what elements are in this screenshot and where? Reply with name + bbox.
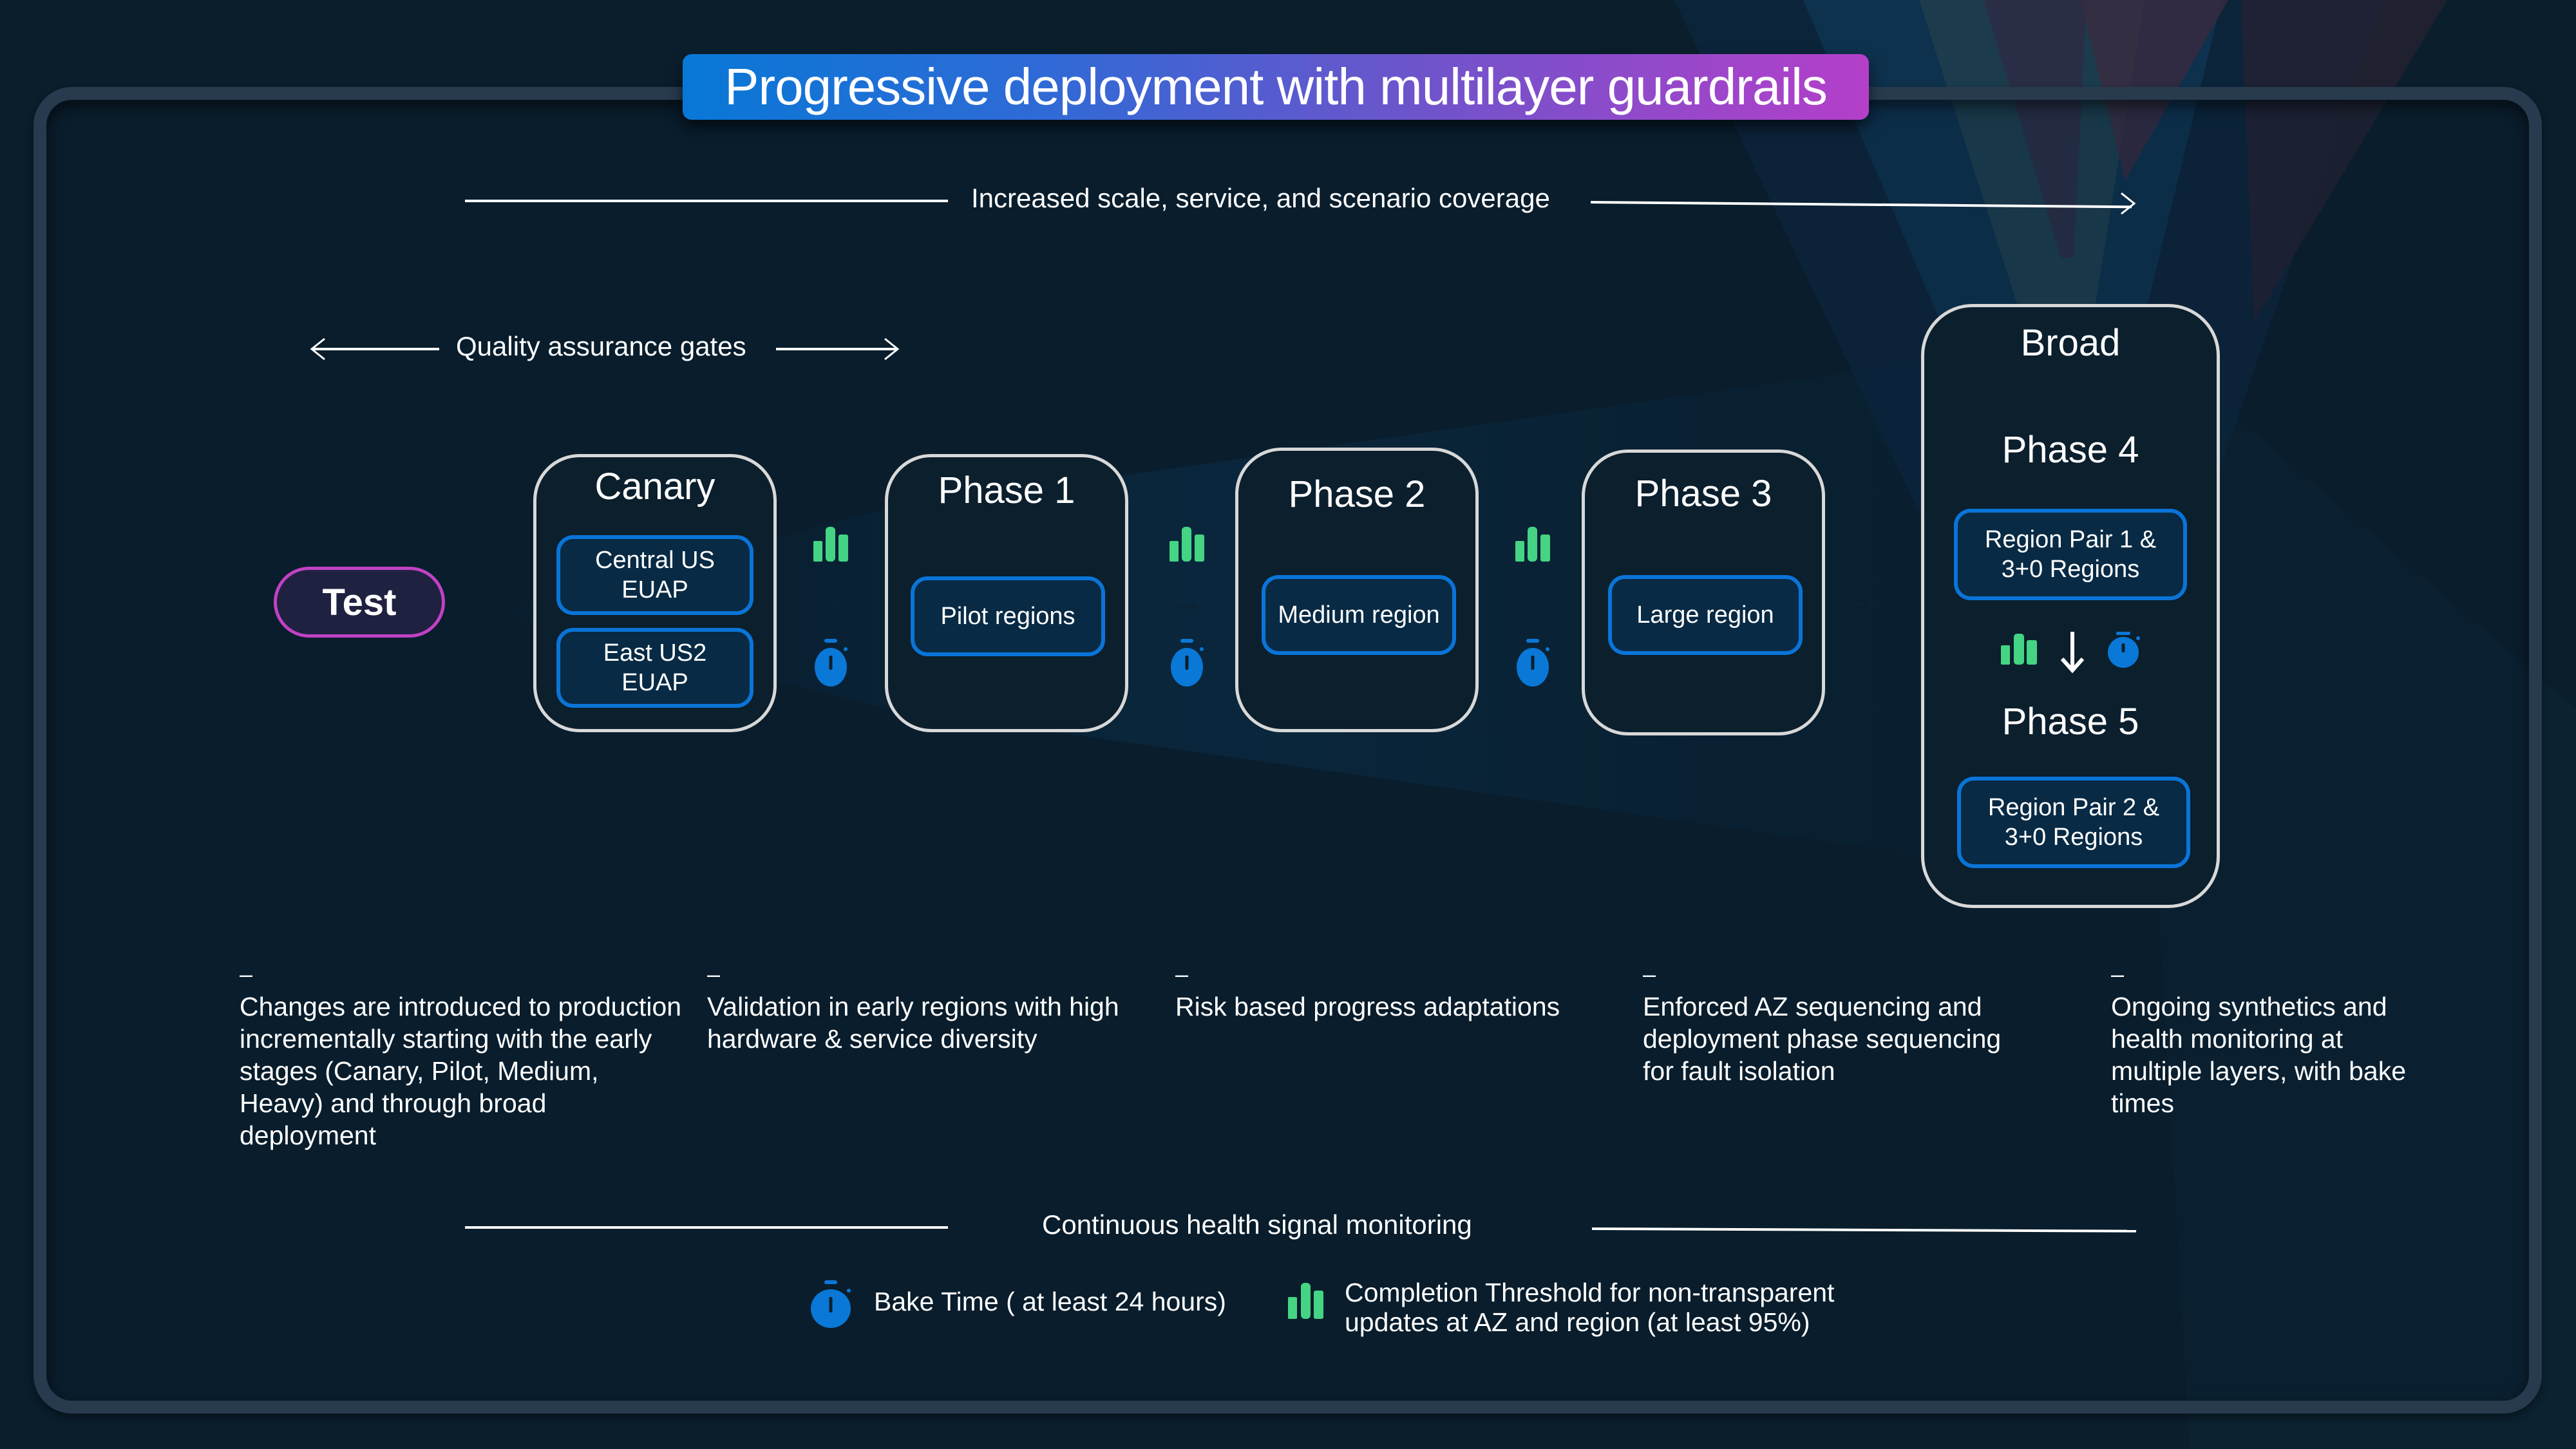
arrow-right-icon: →	[811, 578, 849, 621]
description-text: Validation in early regions with high ha…	[707, 992, 1119, 1054]
stage-title: Phase 2	[1288, 473, 1426, 515]
description-phase-3: – Enforced AZ sequencing and deployment …	[1643, 958, 2029, 1087]
stage-title: Phase 3	[1634, 473, 1772, 515]
test-stage: Test	[274, 567, 445, 638]
bar-chart-icon	[1170, 527, 1204, 562]
gate-canary-phase1: →	[808, 522, 853, 689]
gate-phase2-phase3: →	[1510, 522, 1555, 689]
region-box: Region Pair 2 & 3+0 Regions	[1957, 777, 2190, 868]
stopwatch-icon	[1171, 639, 1204, 687]
qa-arrow-label: Quality assurance gates	[456, 331, 746, 361]
region-box: Pilot regions	[911, 576, 1105, 656]
gate-phase1-phase2: →	[1164, 522, 1209, 689]
stopwatch-icon	[2108, 632, 2140, 668]
bar-chart-icon	[813, 527, 848, 562]
description-phase-2: – Risk based progress adaptations	[1175, 958, 1620, 1023]
bar-chart-icon	[2001, 634, 2037, 665]
region-box: Medium region	[1262, 575, 1456, 655]
stage-broad: Broad Phase 4 Region Pair 1 & 3+0 Region…	[1921, 304, 2220, 908]
stage-canary: Canary Central US EUAP East US2 EUAP	[533, 454, 777, 732]
description-text: Risk based progress adaptations	[1175, 992, 1560, 1021]
phase-title: Phase 5	[2002, 701, 2139, 743]
description-text: Changes are introduced to production inc…	[240, 992, 682, 1150]
coverage-arrow-line-left	[465, 200, 948, 202]
dash-marker: –	[1175, 961, 1189, 987]
stage-title: Phase 1	[938, 469, 1075, 511]
region-box: Central US EUAP	[556, 535, 753, 615]
legend-bake-time: Bake Time ( at least 24 hours)	[874, 1287, 1226, 1316]
coverage-arrow-label: Increased scale, service, and scenario c…	[971, 183, 1550, 213]
phase-title: Phase 4	[2002, 429, 2139, 471]
arrow-down-icon	[2060, 632, 2085, 674]
stage-title: Canary	[594, 466, 715, 507]
monitoring-label: Continuous health signal monitoring	[1042, 1209, 1472, 1240]
arrow-right-icon: →	[1843, 576, 1882, 620]
monitoring-line-left	[465, 1226, 948, 1229]
description-phase-1: – Validation in early regions with high …	[707, 958, 1151, 1055]
stage-phase-3: Phase 3 Large region	[1582, 450, 1825, 735]
stage-phase-1: Phase 1 Pilot regions	[885, 454, 1128, 732]
bar-chart-icon	[1515, 527, 1550, 562]
legend-completion-threshold: Completion Threshold for non-transparent…	[1345, 1278, 1835, 1337]
qa-arrow-line-left	[312, 348, 439, 350]
description-text: Ongoing synthetics and health monitoring…	[2111, 992, 2407, 1118]
stage-phase-2: Phase 2 Medium region	[1235, 448, 1479, 732]
region-box: East US2 EUAP	[556, 628, 753, 708]
description-broad: – Ongoing synthetics and health monitori…	[2111, 958, 2433, 1119]
description-canary: – Changes are introduced to production i…	[240, 958, 684, 1151]
stopwatch-icon	[811, 1280, 851, 1328]
stage-title: Broad	[2020, 322, 2121, 364]
dash-marker: –	[1643, 961, 1656, 987]
stopwatch-icon	[1517, 639, 1549, 687]
region-box: Large region	[1608, 575, 1803, 655]
bar-chart-icon	[1288, 1283, 1323, 1319]
dash-marker: –	[707, 961, 721, 987]
region-box: Region Pair 1 & 3+0 Regions	[1954, 509, 2187, 600]
dash-marker: –	[240, 961, 253, 987]
arrow-right-icon	[2121, 192, 2136, 215]
dash-marker: –	[2111, 961, 2125, 987]
page-title: Progressive deployment with multilayer g…	[683, 54, 1869, 120]
arrow-right-icon: →	[1167, 578, 1206, 621]
arrow-right-icon	[884, 337, 900, 361]
description-text: Enforced AZ sequencing and deployment ph…	[1643, 992, 2002, 1086]
stopwatch-icon	[815, 639, 848, 687]
arrow-right-icon: →	[1513, 578, 1551, 621]
